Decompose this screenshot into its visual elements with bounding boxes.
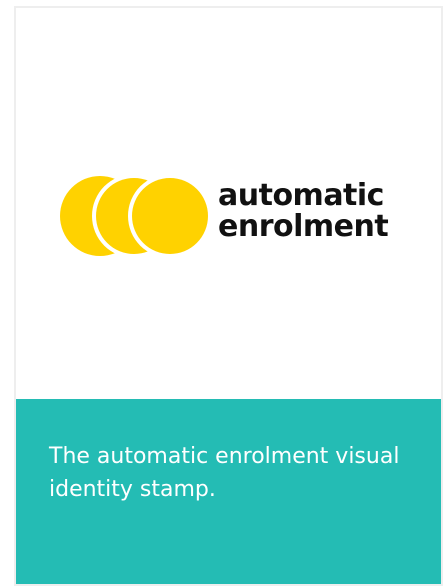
automatic-enrolment-logo: automatic enrolment — [58, 174, 418, 258]
identity-card: automatic enrolment The automatic enrolm… — [14, 6, 443, 586]
logo-text-line-1: automatic — [218, 178, 384, 213]
logo-text-line-2: enrolment — [218, 209, 389, 244]
logo-wordmark: automatic enrolment — [218, 178, 389, 244]
logo-area: automatic enrolment — [16, 8, 441, 399]
logo-circle-front-fill — [132, 178, 208, 254]
three-overlapping-circles-icon — [60, 174, 210, 258]
caption-text: The automatic enrolment visual identity … — [49, 444, 400, 502]
caption-panel: The automatic enrolment visual identity … — [16, 399, 441, 584]
